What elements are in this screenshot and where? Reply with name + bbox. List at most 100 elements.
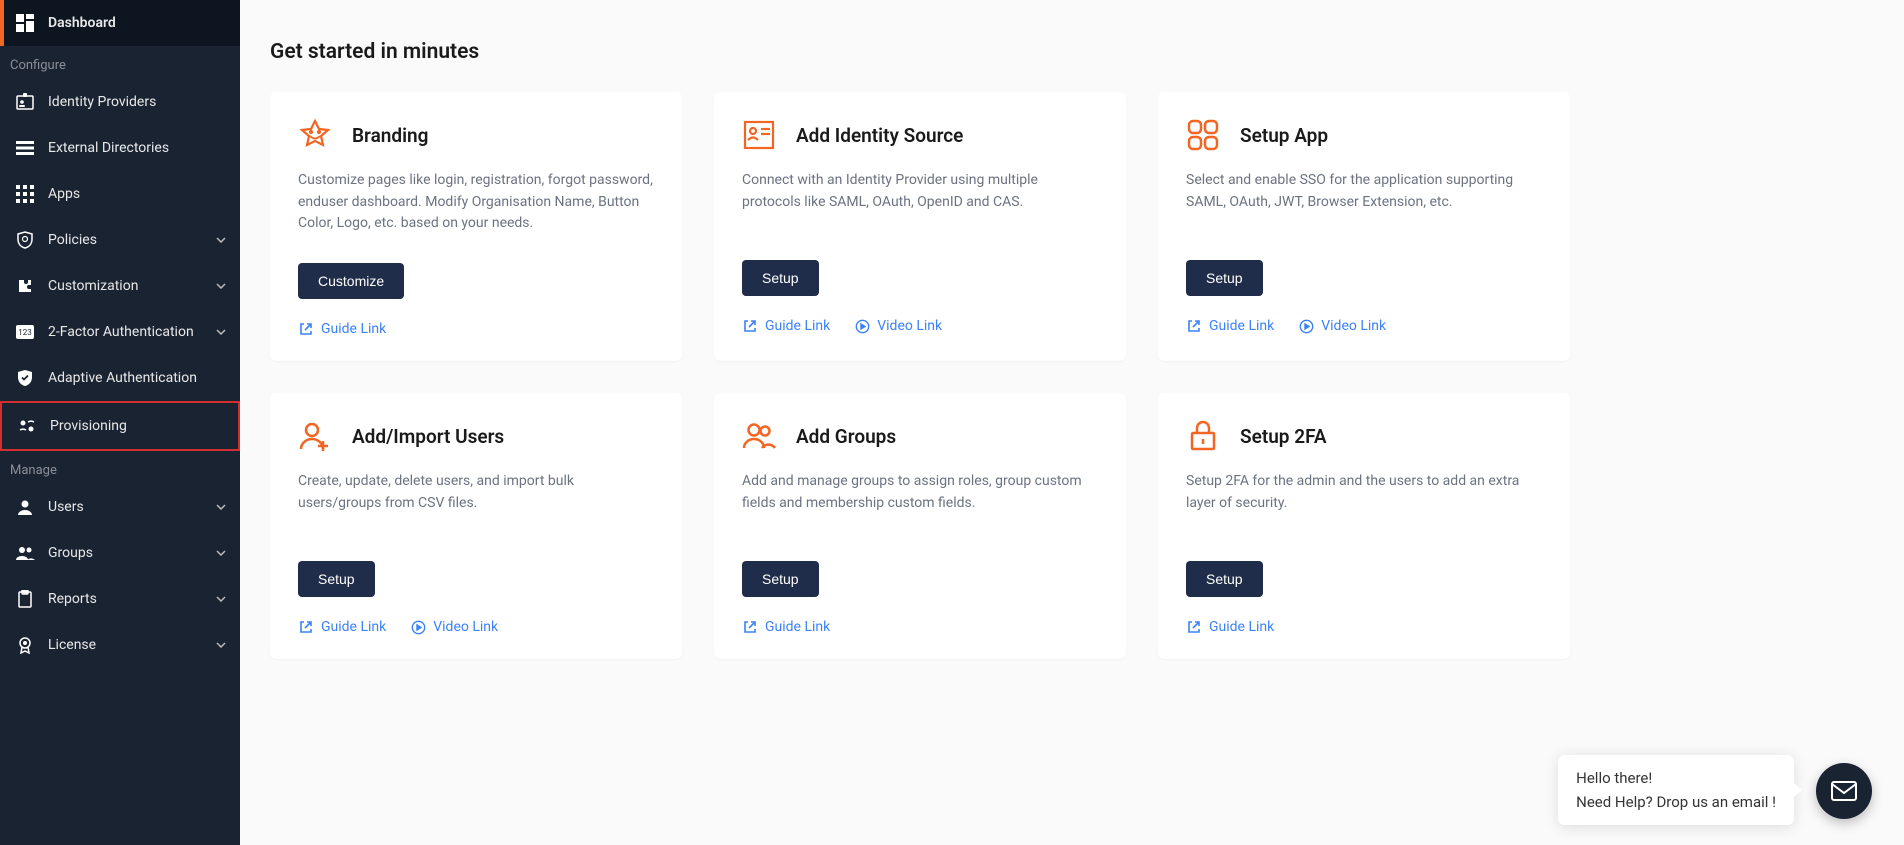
chevron-down-icon bbox=[216, 327, 226, 337]
sidebar-item-policies[interactable]: Policies bbox=[0, 217, 240, 263]
sidebar-item-adaptive-auth[interactable]: Adaptive Authentication bbox=[0, 355, 240, 401]
setup-button[interactable]: Setup bbox=[742, 561, 819, 597]
shield-check-icon bbox=[14, 367, 36, 389]
app-grid-icon bbox=[1186, 118, 1220, 152]
guide-link[interactable]: Guide Link bbox=[298, 619, 386, 635]
external-link-icon bbox=[298, 321, 314, 337]
guide-link[interactable]: Guide Link bbox=[742, 318, 830, 334]
card-identity-source: Add Identity Source Connect with an Iden… bbox=[714, 92, 1126, 361]
sync-users-icon bbox=[16, 415, 38, 437]
guide-link[interactable]: Guide Link bbox=[298, 321, 386, 337]
card-desc: Setup 2FA for the admin and the users to… bbox=[1186, 471, 1542, 533]
external-link-icon bbox=[1186, 619, 1202, 635]
list-icon bbox=[14, 137, 36, 159]
card-desc: Connect with an Identity Provider using … bbox=[742, 170, 1098, 232]
external-link-icon bbox=[1186, 318, 1202, 334]
sidebar-item-external-directories[interactable]: External Directories bbox=[0, 125, 240, 171]
card-title: Branding bbox=[352, 124, 428, 147]
link-text: Video Link bbox=[1321, 318, 1386, 334]
setup-button[interactable]: Setup bbox=[742, 260, 819, 296]
card-desc: Add and manage groups to assign roles, g… bbox=[742, 471, 1098, 533]
link-text: Guide Link bbox=[1209, 619, 1274, 635]
cards-grid: Branding Customize pages like login, reg… bbox=[270, 92, 1570, 659]
identity-source-icon bbox=[742, 118, 776, 152]
chat-tail bbox=[1794, 783, 1802, 797]
setup-button[interactable]: Setup bbox=[1186, 260, 1263, 296]
branding-icon bbox=[298, 118, 332, 152]
sidebar-item-customization[interactable]: Customization bbox=[0, 263, 240, 309]
external-link-icon bbox=[298, 619, 314, 635]
user-plus-icon bbox=[298, 419, 332, 453]
sidebar-item-groups[interactable]: Groups bbox=[0, 530, 240, 576]
sidebar-item-identity-providers[interactable]: Identity Providers bbox=[0, 79, 240, 125]
card-desc: Create, update, delete users, and import… bbox=[298, 471, 654, 533]
sidebar-item-users[interactable]: Users bbox=[0, 484, 240, 530]
group-icon bbox=[14, 542, 36, 564]
card-title: Add/Import Users bbox=[352, 425, 504, 448]
sidebar-item-label: 2-Factor Authentication bbox=[48, 324, 216, 340]
chat-bubble: Hello there! Need Help? Drop us an email… bbox=[1558, 755, 1794, 825]
sidebar-item-label: Adaptive Authentication bbox=[48, 370, 226, 386]
chat-line2: Need Help? Drop us an email ! bbox=[1576, 793, 1776, 811]
video-link[interactable]: Video Link bbox=[1298, 318, 1386, 334]
sidebar: Dashboard Configure Identity Providers E… bbox=[0, 0, 240, 845]
chat-line1: Hello there! bbox=[1576, 769, 1776, 787]
guide-link[interactable]: Guide Link bbox=[1186, 619, 1274, 635]
external-link-icon bbox=[742, 318, 758, 334]
sidebar-item-apps[interactable]: Apps bbox=[0, 171, 240, 217]
badge-icon bbox=[14, 634, 36, 656]
clipboard-icon bbox=[14, 588, 36, 610]
card-add-groups: Add Groups Add and manage groups to assi… bbox=[714, 393, 1126, 659]
card-title: Setup 2FA bbox=[1240, 425, 1327, 448]
link-text: Guide Link bbox=[321, 619, 386, 635]
user-icon bbox=[14, 496, 36, 518]
page-title: Get started in minutes bbox=[270, 40, 1874, 64]
play-circle-icon bbox=[854, 318, 870, 334]
apps-grid-icon bbox=[14, 183, 36, 205]
external-link-icon bbox=[742, 619, 758, 635]
guide-link[interactable]: Guide Link bbox=[742, 619, 830, 635]
card-setup-app: Setup App Select and enable SSO for the … bbox=[1158, 92, 1570, 361]
id-card-icon bbox=[14, 91, 36, 113]
sidebar-item-dashboard[interactable]: Dashboard bbox=[0, 0, 240, 46]
section-manage: Manage bbox=[0, 451, 240, 484]
sidebar-item-label: Users bbox=[48, 499, 216, 515]
chevron-down-icon bbox=[216, 502, 226, 512]
chevron-down-icon bbox=[216, 640, 226, 650]
sidebar-item-label: Identity Providers bbox=[48, 94, 226, 110]
sidebar-item-reports[interactable]: Reports bbox=[0, 576, 240, 622]
sidebar-item-2fa[interactable]: 123 2-Factor Authentication bbox=[0, 309, 240, 355]
section-configure: Configure bbox=[0, 46, 240, 79]
link-text: Guide Link bbox=[765, 619, 830, 635]
sidebar-item-license[interactable]: License bbox=[0, 622, 240, 668]
lock-icon bbox=[1186, 419, 1220, 453]
puzzle-icon bbox=[14, 275, 36, 297]
setup-button[interactable]: Setup bbox=[1186, 561, 1263, 597]
chevron-down-icon bbox=[216, 281, 226, 291]
users-group-icon bbox=[742, 419, 776, 453]
card-title: Add Identity Source bbox=[796, 124, 963, 147]
chevron-down-icon bbox=[216, 548, 226, 558]
guide-link[interactable]: Guide Link bbox=[1186, 318, 1274, 334]
card-desc: Select and enable SSO for the applicatio… bbox=[1186, 170, 1542, 232]
main-content: Get started in minutes Branding Customiz… bbox=[240, 0, 1904, 845]
card-setup-2fa: Setup 2FA Setup 2FA for the admin and th… bbox=[1158, 393, 1570, 659]
sidebar-item-provisioning[interactable]: Provisioning bbox=[0, 401, 240, 451]
mail-icon bbox=[1830, 780, 1858, 802]
card-title: Add Groups bbox=[796, 425, 896, 448]
video-link[interactable]: Video Link bbox=[410, 619, 498, 635]
customize-button[interactable]: Customize bbox=[298, 263, 404, 299]
play-circle-icon bbox=[1298, 318, 1314, 334]
dashboard-icon bbox=[14, 12, 36, 34]
play-circle-icon bbox=[410, 619, 426, 635]
chat-fab[interactable] bbox=[1816, 763, 1872, 819]
sidebar-item-label: License bbox=[48, 637, 216, 653]
numeric-badge-icon: 123 bbox=[14, 321, 36, 343]
card-desc: Customize pages like login, registration… bbox=[298, 170, 654, 235]
video-link[interactable]: Video Link bbox=[854, 318, 942, 334]
setup-button[interactable]: Setup bbox=[298, 561, 375, 597]
sidebar-item-label: Customization bbox=[48, 278, 216, 294]
link-text: Guide Link bbox=[1209, 318, 1274, 334]
link-text: Guide Link bbox=[765, 318, 830, 334]
sidebar-item-label: External Directories bbox=[48, 140, 226, 156]
